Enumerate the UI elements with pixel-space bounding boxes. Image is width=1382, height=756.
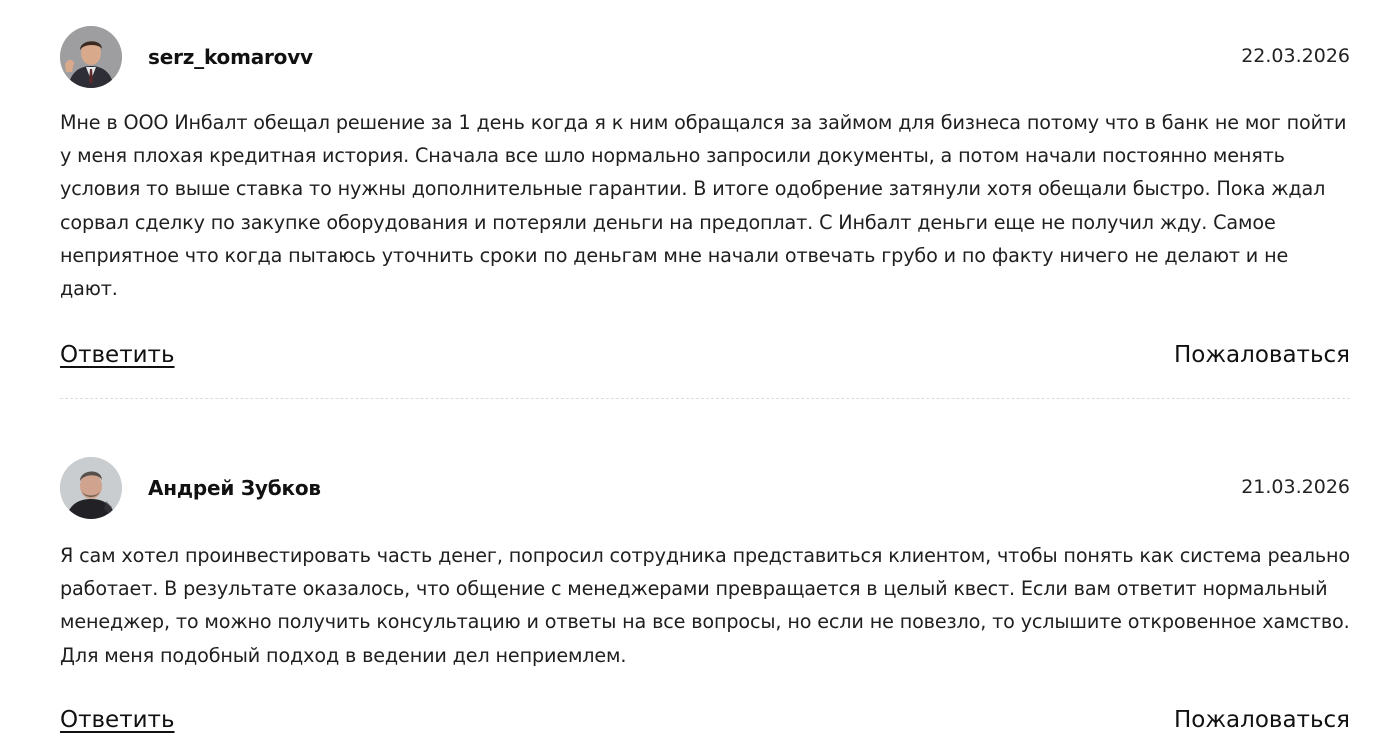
author-name: serz_komarovv [148,45,313,69]
review-card: Андрей Зубков 21.03.2026 Я сам хотел про… [60,457,1351,733]
review-actions: Ответить Пожаловаться [60,342,1350,374]
review-card: serz_komarovv 22.03.2026 Мне в ООО Инбал… [60,26,1350,368]
review-text: Мне в ООО Инбалт обещал решение за 1 ден… [60,111,1347,301]
avatar [60,26,122,88]
user-photo-icon [60,26,122,88]
avatar [60,457,122,519]
author-name: Андрей Зубков [148,476,321,500]
complain-link[interactable]: Пожаловаться [1174,342,1350,368]
review-header: serz_komarovv 22.03.2026 [60,26,1350,90]
review-text: Я сам хотел проинвестировать часть денег… [60,544,1351,667]
complain-link[interactable]: Пожаловаться [1174,707,1350,733]
divider [60,398,1350,399]
review-actions: Ответить Пожаловаться [60,707,1350,739]
user-photo-icon [60,457,122,519]
review-date: 21.03.2026 [1241,476,1350,498]
review-date: 22.03.2026 [1241,45,1350,67]
reply-link[interactable]: Ответить [60,342,175,368]
review-header: Андрей Зубков 21.03.2026 [60,457,1350,521]
reply-link[interactable]: Ответить [60,707,175,733]
